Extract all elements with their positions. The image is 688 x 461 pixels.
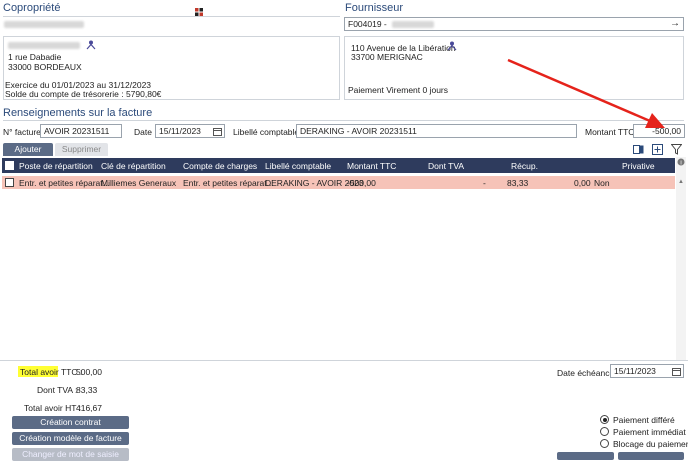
facture-date-input[interactable]: 15/11/2023 <box>155 124 225 138</box>
facture-section-title: Renseignements sur la facture <box>3 107 153 119</box>
table-header: Poste de répartition Clé de répartition … <box>2 158 675 173</box>
fournisseur-address2: 33700 MERIGNAC <box>351 52 423 62</box>
copro-address1: 1 rue Dabadie <box>8 52 62 62</box>
copro-contact-redacted <box>8 42 80 49</box>
facture-date-value: 15/11/2023 <box>159 126 201 136</box>
cell-tva: 83,33 <box>507 178 529 188</box>
col-libelle[interactable]: Libellé comptable <box>265 161 331 171</box>
col-privative[interactable]: Privative <box>622 161 655 171</box>
fournisseur-field[interactable]: F004019 - → <box>344 17 684 31</box>
tab-ajouter[interactable]: Ajouter <box>3 143 53 156</box>
col-tva[interactable]: Dont TVA <box>428 161 464 171</box>
calendar-icon[interactable] <box>672 367 681 376</box>
copro-solde: Solde du compte de trésorerie : 5790,80€ <box>5 89 162 99</box>
tab-supprimer[interactable]: Supprimer <box>55 143 108 156</box>
cell-compte: Entr. et petites réparat... <box>183 178 274 188</box>
total-ttc-value: 500,00 <box>76 367 102 377</box>
radio-paiement-differe[interactable] <box>600 415 609 424</box>
col-montant[interactable]: Montant TTC <box>347 161 396 171</box>
bottom-button-1[interactable] <box>557 452 614 460</box>
select-all-checkbox[interactable] <box>5 161 14 170</box>
cell-tva-sign: - <box>483 178 486 188</box>
echeance-value: 15/11/2023 <box>614 366 656 376</box>
copro-title: Copropriété <box>3 2 61 14</box>
cell-privative: Non <box>594 178 610 188</box>
paiement-immediat-label: Paiement immédiat <box>613 427 686 437</box>
scroll-arrow-icon[interactable]: ▲ <box>678 179 684 185</box>
table-scrollbar[interactable]: i ▲ <box>676 157 686 360</box>
col-compte[interactable]: Compte de charges <box>183 161 257 171</box>
copro-line <box>3 16 340 17</box>
person-icon[interactable] <box>447 41 457 51</box>
copro-address2: 33000 BORDEAUX <box>8 62 82 72</box>
copro-name-redacted <box>4 21 84 28</box>
row-checkbox[interactable] <box>5 178 14 187</box>
export-icon[interactable] <box>633 144 644 155</box>
changer-mot-button[interactable]: Changer de mot de saisie <box>12 448 129 461</box>
creation-contrat-button[interactable]: Création contrat <box>12 416 129 429</box>
table-container: Poste de répartition Clé de répartition … <box>0 157 688 361</box>
copro-card: 1 rue Dabadie 33000 BORDEAUX Exercice du… <box>3 36 340 100</box>
filter-icon[interactable] <box>670 144 683 155</box>
cell-poste: Entr. et petites réparat... <box>19 178 110 188</box>
total-tva-value: 83,33 <box>76 385 98 395</box>
col-cle[interactable]: Clé de répartition <box>101 161 166 171</box>
total-ht-value: 416,67 <box>76 403 102 413</box>
col-recup[interactable]: Récup. <box>511 161 538 171</box>
paiement-differe-label: Paiement différé <box>613 415 675 425</box>
calendar-icon[interactable] <box>213 127 222 136</box>
fournisseur-paiement: Paiement Virement 0 jours <box>348 85 449 95</box>
grid-icon <box>195 8 203 16</box>
echeance-input[interactable]: 15/11/2023 <box>610 364 684 378</box>
total-ht-label: Total avoir HT : <box>24 403 82 413</box>
annotation-arrow <box>507 58 665 128</box>
cell-recup: 0,00 <box>574 178 591 188</box>
fournisseur-code: F004019 - <box>348 19 387 29</box>
blocage-paiement-label: Blocage du paiement <box>613 439 688 449</box>
arrow-right-icon[interactable]: → <box>670 19 680 29</box>
facture-num-input[interactable]: AVOIR 20231511 <box>40 124 122 138</box>
fournisseur-title: Fournisseur <box>345 2 404 14</box>
col-poste[interactable]: Poste de répartition <box>19 161 93 171</box>
bottom-button-2[interactable] <box>618 452 684 460</box>
scroll-up-icon[interactable]: i <box>677 158 685 166</box>
total-ttc-label: Total avoir TTC : <box>20 367 83 377</box>
add-icon[interactable] <box>652 144 663 155</box>
svg-text:i: i <box>680 160 681 166</box>
radio-blocage-paiement[interactable] <box>600 439 609 448</box>
table-row[interactable]: Entr. et petites réparat... Milliemes Ge… <box>2 176 675 189</box>
radio-paiement-immediat[interactable] <box>600 427 609 436</box>
facture-date-label: Date : <box>134 127 157 137</box>
fournisseur-name-redacted <box>392 21 435 29</box>
cell-cle: Milliemes Generaux <box>101 178 177 188</box>
creation-modele-button[interactable]: Création modèle de facture <box>12 432 129 445</box>
facture-libelle-label: Libellé comptable : <box>233 127 304 137</box>
total-tva-label: Dont TVA : <box>37 385 78 395</box>
person-icon[interactable] <box>86 40 96 50</box>
cell-montant: -500,00 <box>347 178 376 188</box>
